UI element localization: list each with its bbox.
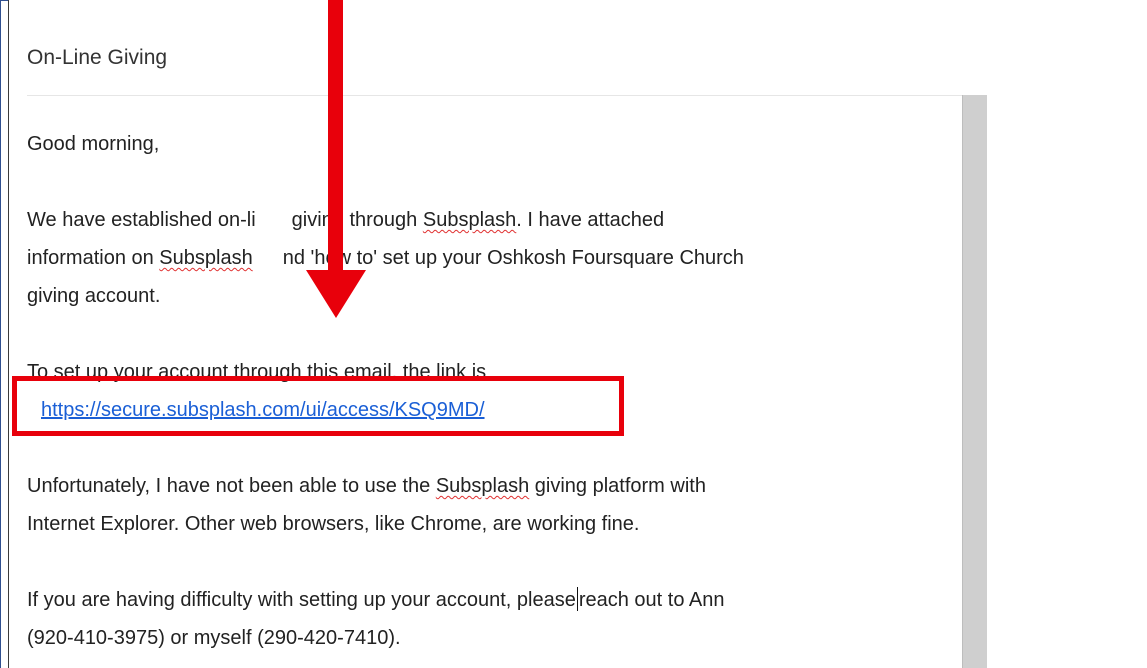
- paragraph-2-line-1: To set up your account through this emai…: [27, 361, 487, 383]
- paragraph-4-line-2: (920-410-3975) or myself (290-420-7410).: [27, 627, 401, 649]
- email-subject[interactable]: On-Line Giving: [27, 46, 167, 70]
- scrollbar[interactable]: [962, 95, 987, 668]
- text-caret: [576, 587, 578, 611]
- email-compose-panel: On-Line Giving Good morning, We have est…: [8, 0, 1147, 668]
- down-arrow-head: [306, 270, 366, 318]
- down-arrow-icon: [328, 0, 343, 272]
- paragraph-2-line-2: https://secure.subsplash.com/ui/access/K…: [27, 391, 957, 429]
- spellcheck-word: Subsplash: [422, 209, 517, 231]
- paragraph-1-line-2: information on Subsplash nd 'how to' set …: [27, 247, 744, 269]
- subject-divider: [27, 95, 969, 96]
- paragraph-4-line-1: If you are having difficulty with settin…: [27, 587, 725, 611]
- spellcheck-word: Subsplash: [435, 475, 530, 497]
- subsplash-link[interactable]: https://secure.subsplash.com/ui/access/K…: [41, 399, 485, 421]
- paragraph-3-line-1: Unfortunately, I have not been able to u…: [27, 475, 706, 497]
- spellcheck-word: Subsplash: [159, 247, 253, 269]
- paragraph-1-line-3: giving account.: [27, 285, 161, 307]
- email-body[interactable]: Good morning, We have established on-li g…: [27, 125, 957, 657]
- greeting: Good morning,: [27, 133, 160, 155]
- paragraph-3-line-2: Internet Explorer. Other web browsers, l…: [27, 513, 640, 535]
- paragraph-1-line-1: We have established on-li giving through …: [27, 209, 665, 231]
